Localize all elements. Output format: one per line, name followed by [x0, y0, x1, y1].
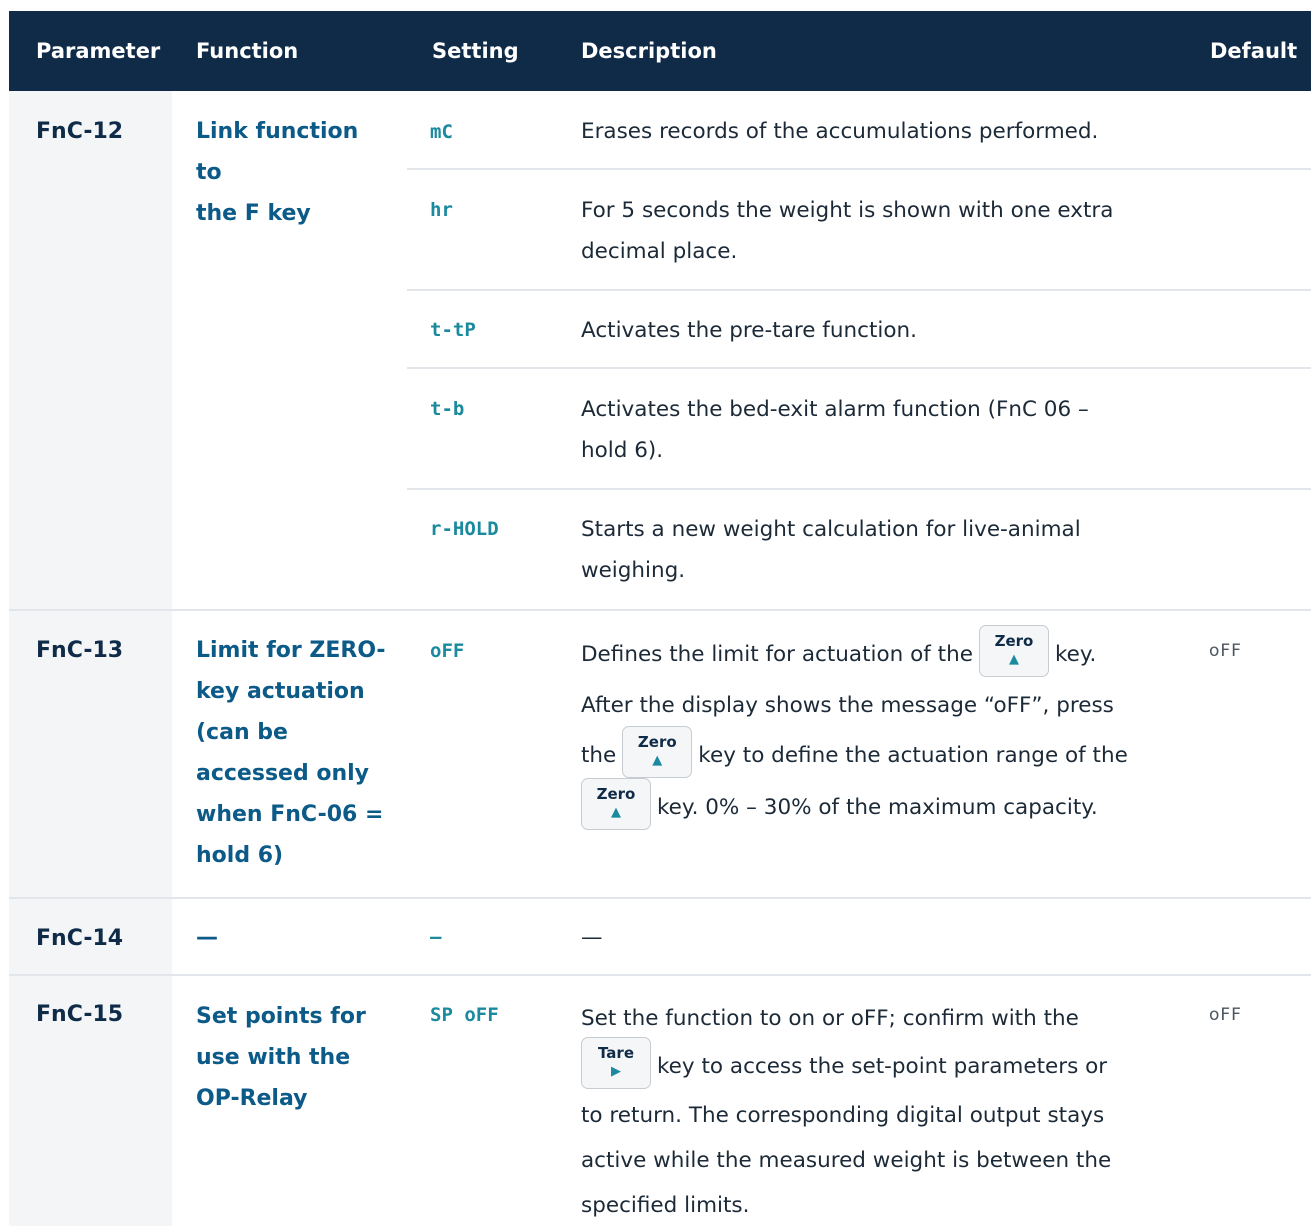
setting-description: Starts a new weight calculation for live… [581, 517, 1081, 583]
param-code: FnC-14 [36, 926, 124, 951]
zero-key-icon: Zero ▲ [978, 625, 1049, 677]
header-parameter: Parameter [36, 39, 161, 63]
header-description: Description [581, 39, 717, 63]
parameter-table: Parameter Function Setting Description D… [9, 11, 1311, 1226]
setting-code: SP oFF [430, 1004, 499, 1026]
setting-description: Erases records of the accumulations perf… [581, 119, 1099, 144]
setting-code: oFF [430, 640, 465, 662]
setting-description: Activates the pre-tare function. [581, 318, 917, 343]
header-function: Function [196, 39, 299, 63]
function-name: Link function to the F key [196, 119, 359, 226]
setting-description: Activates the bed-exit alarm function (F… [581, 397, 1089, 463]
setting-description: Defines the limit for actuation of the Ze… [581, 625, 1171, 834]
function-name: Set points for use with the OP-Relay [196, 1004, 366, 1111]
header-default: Default [1210, 39, 1298, 63]
setting-code: hr [430, 199, 453, 221]
table-row: FnC-15 Set points for use with the OP-Re… [9, 976, 1311, 1226]
table-row: FnC-12 Link function to the F key mC Era… [9, 91, 1311, 610]
setting-code: – [430, 926, 442, 948]
setting-description: For 5 seconds the weight is shown with o… [581, 198, 1114, 264]
header-setting: Setting [432, 39, 519, 63]
table-header: Parameter Function Setting Description D… [9, 11, 1311, 91]
default-value: oFF [1209, 641, 1242, 661]
param-code: FnC-15 [36, 1002, 124, 1027]
function-name: Limit for ZERO- key actuation (can be ac… [196, 638, 386, 868]
function-name: — [196, 925, 218, 950]
default-value: oFF [1209, 1005, 1242, 1025]
zero-key-icon: Zero ▲ [581, 778, 651, 830]
zero-key-icon: Zero ▲ [622, 726, 693, 778]
setting-code: t-tP [430, 319, 476, 341]
setting-code: mC [430, 121, 453, 143]
table-row: FnC-14 — – — [9, 899, 1311, 975]
setting-code: r-HOLD [430, 518, 499, 540]
param-code: FnC-13 [36, 638, 124, 663]
table-row: FnC-13 Limit for ZERO- key actuation (ca… [9, 611, 1311, 897]
tare-key-icon: Tare ▶ [581, 1037, 651, 1089]
setting-code: t-b [430, 398, 465, 420]
setting-description: Set the function to on or oFF; confirm w… [581, 1006, 1112, 1218]
setting-description: — [581, 925, 603, 950]
param-code: FnC-12 [36, 119, 124, 144]
